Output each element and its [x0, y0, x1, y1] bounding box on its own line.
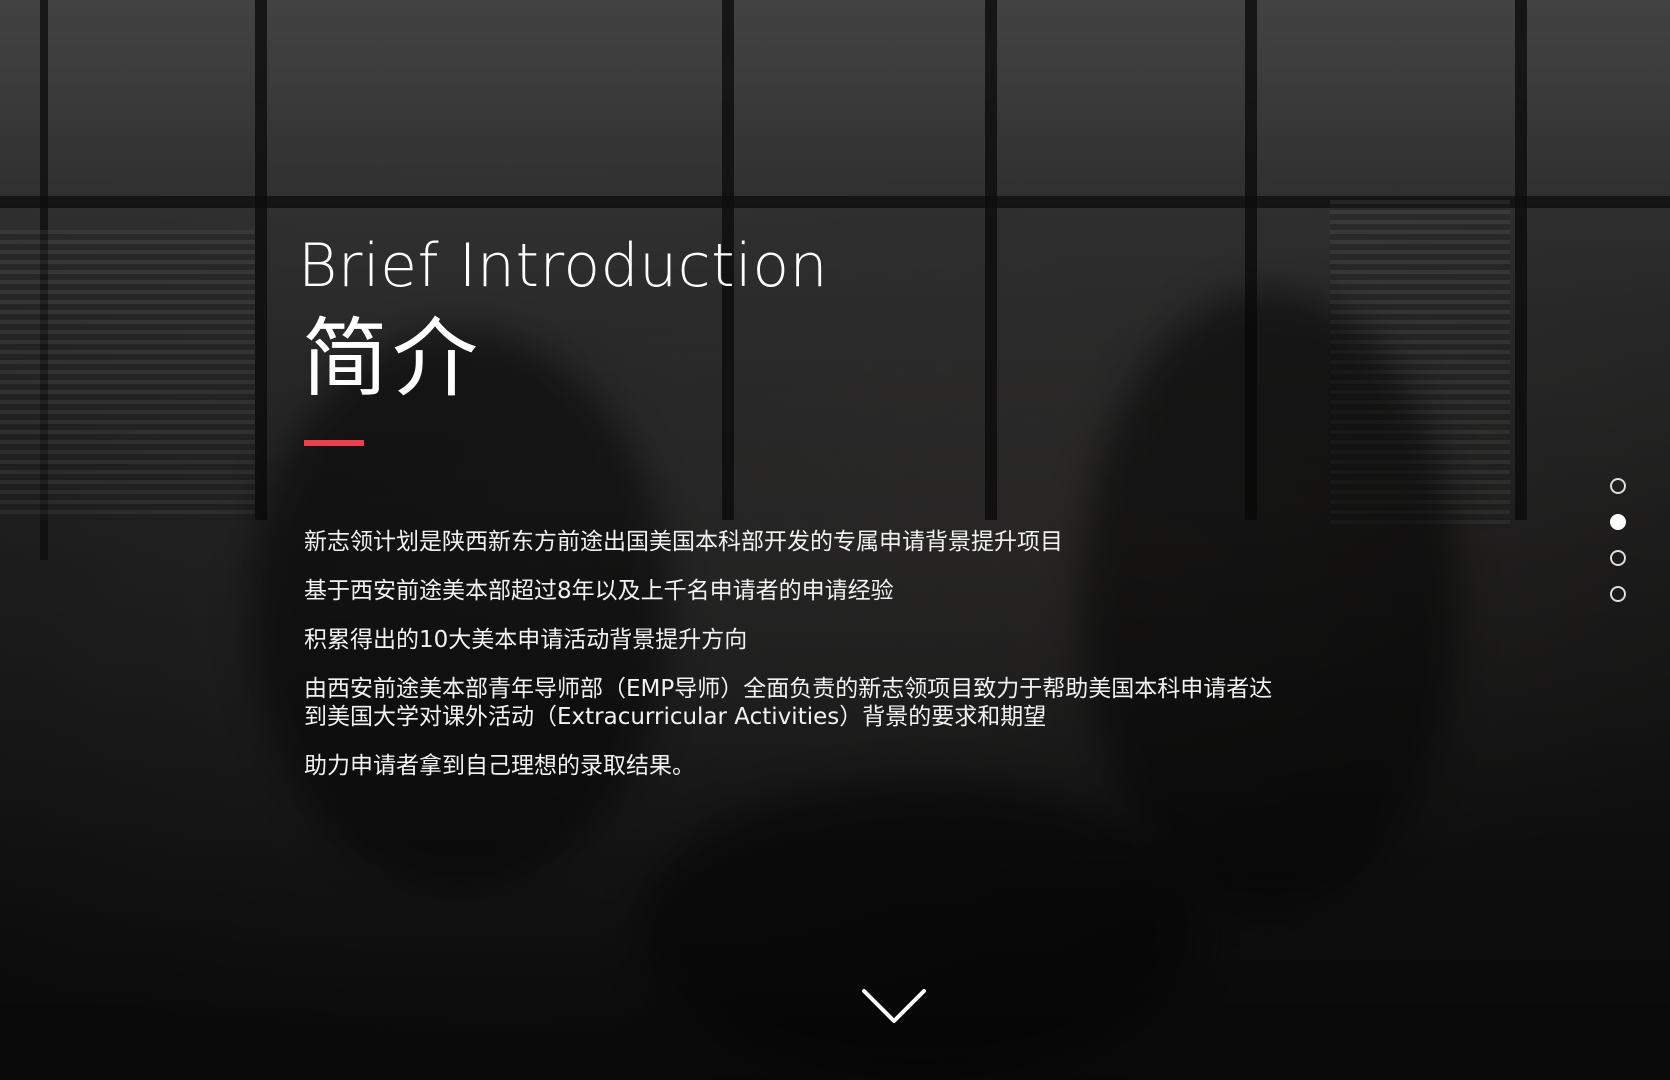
pagination-dot[interactable] — [1610, 550, 1626, 566]
intro-content: Brief Introduction 简介 新志领计划是陕西新东方前途出国美国本… — [298, 236, 1298, 801]
intro-paragraph: 由西安前途美本部青年导师部（EMP导师）全面负责的新志领项目致力于帮助美国本科申… — [304, 676, 1273, 730]
pagination-dot-active[interactable] — [1610, 514, 1626, 530]
section-pagination — [1610, 478, 1626, 622]
pagination-dot[interactable] — [1610, 478, 1626, 494]
intro-paragraph: 基于西安前途美本部超过8年以及上千名申请者的申请经验 — [304, 578, 894, 604]
intro-paragraphs: 新志领计划是陕西新东方前途出国美国本科部开发的专属申请背景提升项目 基于西安前途… — [304, 528, 1298, 780]
section-title-zh: 简介 — [302, 309, 482, 409]
intro-paragraph: 助力申请者拿到自己理想的录取结果。 — [304, 753, 695, 779]
section-title-en: Brief Introduction — [298, 231, 829, 301]
intro-section: Brief Introduction 简介 新志领计划是陕西新东方前途出国美国本… — [0, 0, 1670, 1080]
chevron-down-icon — [862, 989, 926, 1023]
scroll-down-button[interactable] — [862, 988, 926, 1026]
intro-paragraph: 积累得出的10大美本申请活动背景提升方向 — [304, 627, 748, 653]
title-accent-bar — [304, 440, 364, 446]
pagination-dot[interactable] — [1610, 586, 1626, 602]
intro-paragraph: 新志领计划是陕西新东方前途出国美国本科部开发的专属申请背景提升项目 — [304, 529, 1063, 555]
